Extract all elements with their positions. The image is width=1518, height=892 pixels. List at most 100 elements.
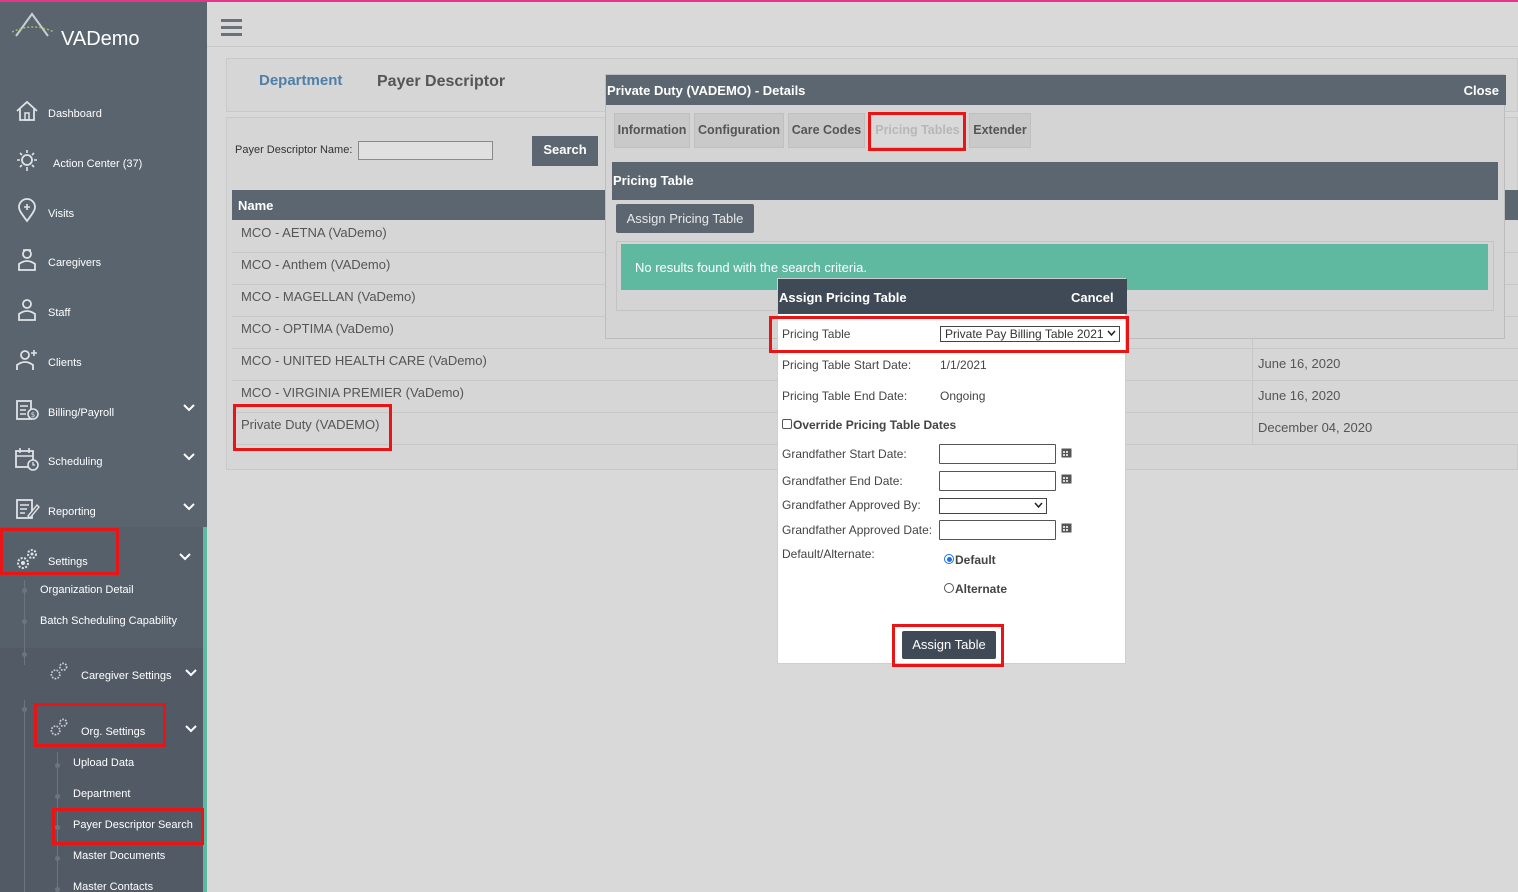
chevron-down-icon[interactable] — [182, 452, 196, 462]
end-date-label: Pricing Table End Date: — [782, 389, 908, 403]
sidebar-item-department[interactable]: Department — [0, 787, 207, 811]
hamburger-menu-icon[interactable] — [221, 19, 242, 37]
pricing-table-value: Private Pay Billing Table 2021 — [945, 327, 1104, 341]
sidebar-item-org-settings[interactable]: Org. Settings — [0, 712, 207, 752]
row-name[interactable]: MCO - OPTIMA (VaDemo) — [241, 321, 394, 336]
close-button[interactable]: Close — [1464, 83, 1499, 98]
active-section-indicator — [203, 527, 207, 892]
home-icon — [16, 100, 38, 121]
row-date: June 16, 2020 — [1258, 388, 1341, 403]
end-date-value: Ongoing — [940, 389, 986, 403]
section-title: Pricing Table — [613, 173, 694, 188]
sidebar-item-billing-payroll[interactable]: $ Billing/Payroll — [0, 391, 207, 431]
sidebar-item-staff[interactable]: Staff — [0, 291, 207, 331]
alternate-radio[interactable] — [944, 583, 954, 593]
payer-descriptor-name-input[interactable] — [358, 141, 493, 160]
sidebar-item-label: Master Contacts — [73, 881, 154, 892]
calendar-icon[interactable] — [1061, 447, 1072, 458]
grandfather-end-label: Grandfather End Date: — [782, 474, 903, 488]
sidebar-item-reporting[interactable]: Reporting — [0, 490, 207, 530]
column-header-name[interactable]: Name — [238, 198, 273, 213]
payer-descriptor-name-label: Payer Descriptor Name: — [235, 144, 353, 156]
sidebar-item-label: Payer Descriptor Search — [73, 819, 193, 831]
caregiver-icon — [18, 249, 36, 271]
top-accent-line — [0, 0, 1518, 2]
sidebar-item-label: Visits — [48, 208, 75, 220]
chevron-down-icon[interactable] — [184, 724, 198, 734]
sidebar-item-batch-scheduling[interactable]: Batch Scheduling Capability — [0, 614, 207, 638]
sidebar-item-upload-data[interactable]: Upload Data — [0, 756, 207, 780]
sidebar-item-label: Organization Detail — [40, 584, 134, 596]
sidebar-item-scheduling[interactable]: Scheduling — [0, 440, 207, 480]
chevron-down-icon[interactable] — [182, 502, 196, 512]
sidebar-item-label: Master Documents — [73, 850, 166, 862]
tab-configuration[interactable]: Configuration — [694, 113, 784, 148]
override-dates-label: Override Pricing Table Dates — [793, 418, 957, 432]
sidebar-item-organization-detail[interactable]: Organization Detail — [0, 583, 207, 607]
tab-extender[interactable]: Extender — [969, 113, 1031, 148]
tab-department[interactable]: Department — [259, 72, 342, 89]
pricing-table-section-header: Pricing Table — [612, 162, 1498, 200]
tab-pricing-tables[interactable]: Pricing Tables — [870, 113, 965, 148]
brand-name: VADemo — [61, 28, 140, 50]
tab-care-codes[interactable]: Care Codes — [788, 113, 865, 148]
sidebar-item-label: Org. Settings — [81, 726, 146, 738]
row-date: December 04, 2020 — [1258, 420, 1373, 435]
start-date-label: Pricing Table Start Date: — [782, 358, 912, 372]
chevron-down-icon — [1107, 330, 1116, 337]
chevron-down-icon[interactable] — [184, 668, 198, 678]
grandfather-approved-by-label: Grandfather Approved By: — [782, 498, 921, 512]
default-radio[interactable] — [944, 554, 954, 564]
cancel-button[interactable]: Cancel — [1071, 290, 1114, 305]
sidebar-item-clients[interactable]: Clients — [0, 341, 207, 381]
staff-icon — [18, 299, 36, 321]
grandfather-approved-by-select[interactable] — [939, 498, 1047, 514]
grandfather-start-input[interactable] — [939, 444, 1056, 464]
override-dates-checkbox[interactable] — [782, 419, 792, 429]
sidebar-item-dashboard[interactable]: Dashboard — [0, 92, 207, 132]
grandfather-end-input[interactable] — [939, 471, 1056, 491]
sidebar-item-payer-descriptor-search[interactable]: Payer Descriptor Search — [0, 818, 207, 842]
grandfather-approved-date-input[interactable] — [939, 520, 1056, 540]
sidebar-item-master-contacts[interactable]: Master Contacts — [0, 880, 207, 892]
sidebar-item-label: Staff — [48, 307, 71, 319]
gears-icon — [17, 549, 37, 569]
sidebar-item-label: Dashboard — [48, 108, 102, 120]
calendar-clock-icon — [15, 448, 39, 471]
assign-table-button[interactable]: Assign Table — [902, 631, 996, 659]
chevron-down-icon[interactable] — [178, 552, 192, 562]
row-name[interactable]: MCO - AETNA (VaDemo) — [241, 225, 387, 240]
modal-title: Assign Pricing Table — [779, 290, 907, 305]
sidebar-item-caregivers[interactable]: Caregivers — [0, 241, 207, 281]
details-title: Private Duty (VADEMO) - Details — [607, 83, 806, 98]
sidebar-item-label: Billing/Payroll — [48, 407, 115, 419]
sidebar-item-action-center[interactable]: Action Center (37) — [0, 142, 207, 182]
sidebar-item-master-documents[interactable]: Master Documents — [0, 849, 207, 873]
search-button[interactable]: Search — [532, 136, 598, 166]
row-name[interactable]: MCO - Anthem (VADemo) — [241, 257, 390, 272]
sidebar-item-settings[interactable]: Settings — [0, 540, 207, 580]
row-name[interactable]: MCO - MAGELLAN (VaDemo) — [241, 289, 416, 304]
calendar-icon[interactable] — [1061, 473, 1072, 484]
row-name[interactable]: MCO - UNITED HEALTH CARE (VaDemo) — [241, 353, 487, 368]
row-name[interactable]: MCO - VIRGINIA PREMIER (VaDemo) — [241, 385, 464, 400]
sidebar-item-label: Caregiver Settings — [81, 670, 172, 682]
pricing-table-label: Pricing Table — [782, 327, 851, 341]
row-name[interactable]: Private Duty (VADEMO) — [241, 417, 379, 432]
default-alternate-label: Default/Alternate: — [782, 547, 875, 561]
sidebar-item-label: Scheduling — [48, 456, 103, 468]
tab-information[interactable]: Information — [614, 113, 690, 148]
pricing-table-select[interactable]: Private Pay Billing Table 2021 — [940, 326, 1120, 342]
sidebar-item-label: Batch Scheduling Capability — [40, 615, 177, 627]
sidebar-item-caregiver-settings[interactable]: Caregiver Settings — [0, 656, 207, 696]
chevron-down-icon[interactable] — [182, 403, 196, 413]
sidebar-item-label: Settings — [48, 556, 88, 568]
sidebar-item-label: Caregivers — [48, 257, 102, 269]
default-radio-label: Default — [955, 553, 996, 567]
calendar-icon[interactable] — [1061, 522, 1072, 533]
assign-pricing-table-button[interactable]: Assign Pricing Table — [616, 204, 754, 233]
details-header: Private Duty (VADEMO) - Details Close — [606, 75, 1506, 105]
sidebar-item-visits[interactable]: Visits — [0, 192, 207, 232]
tab-payer-descriptor[interactable]: Payer Descriptor — [377, 73, 505, 91]
brand[interactable]: VADemo — [12, 12, 202, 52]
